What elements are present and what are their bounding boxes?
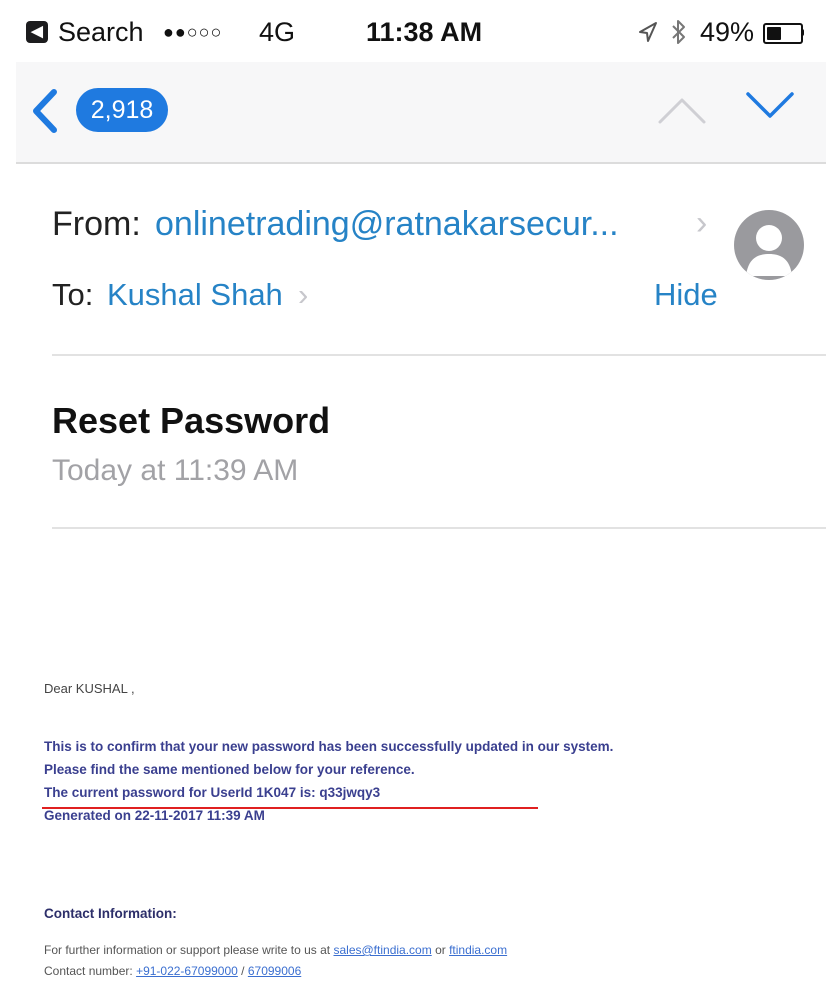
status-time: 11:38 AM bbox=[366, 17, 483, 47]
contact-line: Contact number: +91-022-67099000 / 67099… bbox=[44, 964, 301, 978]
back-to-app-icon[interactable]: ◀ bbox=[26, 21, 48, 43]
hide-details-link[interactable]: Hide bbox=[654, 277, 718, 313]
to-recipient[interactable]: Kushal Shah bbox=[107, 277, 283, 313]
back-chevron-icon[interactable] bbox=[30, 88, 60, 134]
header-divider bbox=[52, 354, 826, 356]
person-icon bbox=[746, 225, 792, 276]
from-address[interactable]: onlinetrading@ratnakarsecur... bbox=[155, 205, 619, 244]
back-to-app-label[interactable]: Search bbox=[58, 17, 144, 47]
battery-percent: 49% bbox=[700, 17, 755, 47]
phone-link-2[interactable]: 67099006 bbox=[248, 964, 301, 978]
support-line: For further information or support pleas… bbox=[44, 943, 507, 957]
body-line: This is to confirm that your new passwor… bbox=[44, 739, 614, 754]
to-label: To: bbox=[52, 277, 94, 312]
from-label: From: bbox=[52, 205, 141, 243]
support-prefix: For further information or support pleas… bbox=[44, 943, 331, 957]
network-type: 4G bbox=[259, 17, 296, 47]
location-arrow-icon bbox=[639, 22, 657, 42]
bluetooth-icon bbox=[672, 20, 685, 44]
signal-strength-dots: ●●○○○ bbox=[163, 22, 223, 42]
email-date: Today at 11:39 AM bbox=[52, 454, 299, 487]
phone-separator: / bbox=[241, 964, 245, 978]
battery-cap bbox=[801, 29, 804, 36]
battery-level bbox=[767, 27, 781, 40]
support-email-link[interactable]: sales@ftindia.com bbox=[333, 943, 431, 957]
email-subject: Reset Password bbox=[52, 400, 331, 441]
body-line: Please find the same mentioned below for… bbox=[44, 762, 415, 777]
subject-divider bbox=[52, 527, 826, 529]
down-chevron-icon[interactable] bbox=[744, 88, 796, 124]
contact-prefix: Contact number: bbox=[44, 964, 133, 978]
contact-title: Contact Information: bbox=[44, 906, 177, 921]
greeting: Dear KUSHAL , bbox=[44, 681, 135, 696]
back-count-badge[interactable]: 2,918 bbox=[76, 88, 168, 132]
to-chevron-icon[interactable]: › bbox=[298, 277, 308, 313]
from-chevron-icon[interactable]: › bbox=[696, 204, 707, 243]
password-line: The current password for UserId 1K047 is… bbox=[44, 785, 381, 800]
up-chevron-icon[interactable] bbox=[656, 92, 708, 128]
support-or: or bbox=[435, 943, 446, 957]
battery-icon bbox=[763, 23, 803, 44]
back-to-app-glyph: ◀ bbox=[31, 23, 43, 40]
generated-line: Generated on 22-11-2017 11:39 AM bbox=[44, 808, 265, 823]
support-site-link[interactable]: ftindia.com bbox=[449, 943, 507, 957]
sender-avatar[interactable] bbox=[734, 210, 804, 280]
phone-link-1[interactable]: +91-022-67099000 bbox=[136, 964, 238, 978]
